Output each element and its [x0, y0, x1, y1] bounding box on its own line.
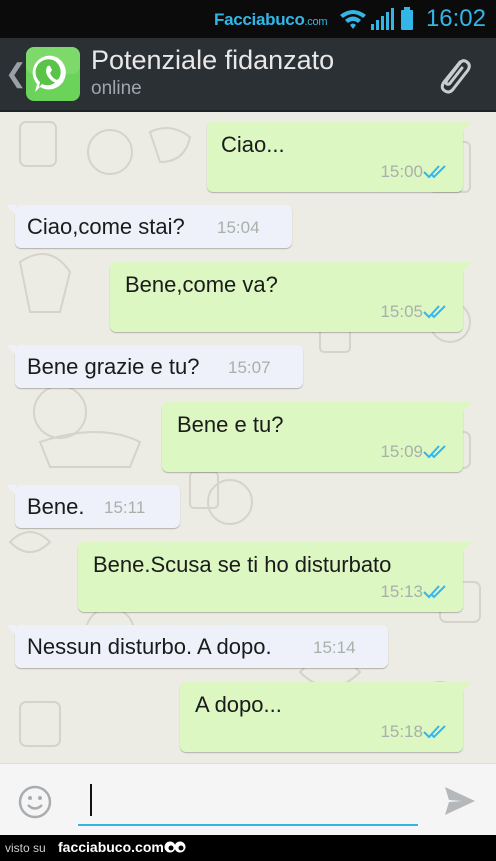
watermark-footer: visto su facciabuco.com: [0, 835, 496, 861]
message-time: 15:07: [228, 358, 271, 377]
chat-area[interactable]: Ciao... 15:00 Ciao,come stai? 15:04 Bene…: [0, 112, 496, 763]
message-incoming[interactable]: Nessun disturbo. A dopo. 15:14: [6, 625, 388, 668]
paperclip-icon[interactable]: [430, 52, 476, 98]
message-time: 15:11: [104, 498, 146, 517]
message-incoming[interactable]: Bene. 15:11: [6, 485, 180, 528]
presence-status: online: [91, 78, 142, 99]
read-receipt-icon: [423, 305, 446, 319]
message-outgoing[interactable]: A dopo... 15:18: [180, 682, 472, 752]
message-time: 15:18: [380, 722, 423, 741]
message-time: 15:13: [380, 582, 423, 601]
site-label: facciabuco.com: [58, 839, 164, 855]
wifi-icon: [340, 10, 366, 29]
whatsapp-logo-icon[interactable]: [26, 47, 80, 101]
eyes-icon: [164, 841, 186, 853]
message-time: 15:00: [380, 162, 423, 181]
message-time: 15:05: [380, 302, 423, 321]
battery-icon: [401, 7, 413, 30]
smiley-icon[interactable]: [18, 785, 52, 819]
message-text: Ciao...: [221, 132, 285, 157]
message-outgoing[interactable]: Ciao... 15:00: [207, 122, 472, 192]
message-input[interactable]: [78, 776, 418, 826]
brand-tld: .com: [304, 16, 328, 28]
status-bar: Facciabuco.com 16:02: [0, 0, 496, 38]
message-text: Bene.Scusa se ti ho disturbato: [93, 552, 392, 577]
back-chevron-icon[interactable]: ❮: [5, 58, 27, 89]
message-time: 15:04: [217, 218, 260, 237]
message-incoming[interactable]: Ciao,come stai? 15:04: [6, 205, 292, 248]
message-outgoing[interactable]: Bene.Scusa se ti ho disturbato 15:13: [78, 542, 472, 612]
status-icons: [340, 7, 413, 30]
message-text: Ciao,come stai?: [27, 214, 185, 239]
send-icon[interactable]: [442, 783, 478, 819]
message-outgoing[interactable]: Bene,come va? 15:05: [110, 262, 472, 332]
read-receipt-icon: [423, 585, 446, 599]
text-cursor: [90, 784, 92, 816]
message-text: Nessun disturbo. A dopo.: [27, 634, 272, 659]
message-time: 15:14: [313, 638, 356, 657]
message-text: A dopo...: [195, 692, 282, 717]
message-text: Bene,come va?: [125, 272, 278, 297]
message-text: Bene e tu?: [177, 412, 284, 437]
contact-name[interactable]: Potenziale fidanzato: [91, 45, 334, 76]
watermark-brand: Facciabuco.com: [214, 10, 327, 30]
visto-label: visto su: [5, 841, 46, 855]
brand-name: Facciabuco: [214, 10, 305, 29]
read-receipt-icon: [423, 165, 446, 179]
message-outgoing[interactable]: Bene e tu? 15:09: [162, 402, 472, 472]
conversation-header: ❮ Potenziale fidanzato online: [0, 38, 496, 112]
signal-icon: [371, 8, 394, 30]
message-incoming[interactable]: Bene grazie e tu? 15:07: [6, 345, 303, 388]
message-time: 15:09: [380, 442, 423, 461]
read-receipt-icon: [423, 445, 446, 459]
clock: 16:02: [425, 5, 486, 32]
message-composer: [0, 763, 496, 836]
read-receipt-icon: [423, 725, 446, 739]
message-text: Bene.: [27, 494, 85, 519]
message-text: Bene grazie e tu?: [27, 354, 200, 379]
